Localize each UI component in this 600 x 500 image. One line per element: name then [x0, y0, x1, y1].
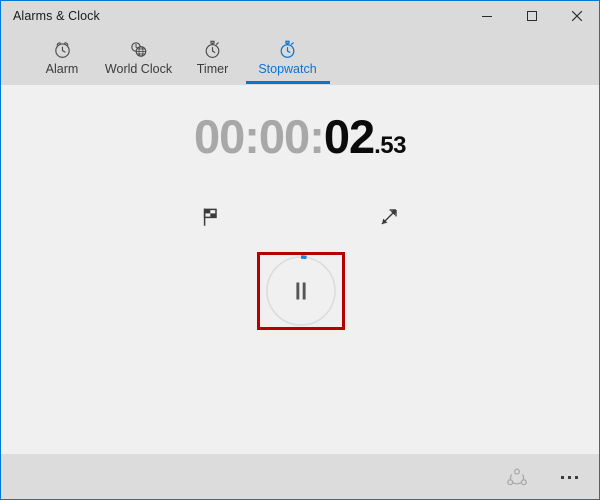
share-button[interactable]: [497, 458, 537, 496]
pause-bar-left: [296, 282, 300, 300]
tab-alarm[interactable]: Alarm: [28, 31, 96, 85]
tab-strip: Alarm World Clock Timer Stopwatch: [1, 31, 599, 85]
expand-arrows-icon: [381, 209, 397, 225]
bottom-command-bar: [1, 454, 599, 499]
minimize-icon: [481, 16, 492, 17]
title-bar[interactable]: Alarms & Clock: [1, 1, 599, 31]
time-hundredths: .53: [374, 132, 406, 159]
active-tab-underline: [246, 81, 330, 84]
lap-button[interactable]: [187, 193, 235, 241]
globe-clock-icon: [128, 38, 149, 60]
pause-button-highlight: [257, 252, 345, 330]
tab-world-clock[interactable]: World Clock: [96, 31, 181, 85]
tab-timer[interactable]: Timer: [181, 31, 244, 85]
ellipsis-icon: [560, 475, 578, 479]
progress-track: [266, 256, 336, 326]
stopwatch-controls: [1, 169, 599, 330]
maximize-icon: [526, 11, 537, 21]
pause-bar-right: [302, 282, 306, 300]
stopwatch-panel: 00:00:02.53: [1, 85, 599, 454]
tab-world-clock-label: World Clock: [104, 62, 173, 76]
close-icon: [571, 10, 582, 22]
pause-button[interactable]: [265, 255, 337, 327]
expand-button[interactable]: [365, 193, 413, 241]
minimize-button[interactable]: [464, 1, 509, 31]
window-title: Alarms & Clock: [13, 9, 100, 23]
lap-flag-icon: [203, 208, 217, 226]
time-hours-minutes: 00:00:: [193, 110, 325, 163]
window-controls: [464, 1, 599, 31]
maximize-button[interactable]: [509, 1, 554, 31]
alarm-clock-icon: [52, 38, 73, 60]
tab-stopwatch-label: Stopwatch: [258, 62, 317, 76]
app-window: Alarms & Clock Alarm World Clock Timer S…: [0, 0, 600, 500]
close-button[interactable]: [554, 1, 599, 31]
tab-stopwatch[interactable]: Stopwatch: [244, 31, 331, 85]
tab-alarm-label: Alarm: [45, 62, 79, 76]
tab-timer-label: Timer: [196, 62, 229, 76]
time-seconds: 02: [323, 110, 375, 163]
stopwatch-icon: [277, 38, 298, 60]
stopwatch-time-display: 00:00:02.53: [1, 113, 599, 160]
share-icon: [507, 468, 527, 486]
timer-icon: [202, 38, 223, 60]
more-options-button[interactable]: [547, 458, 591, 496]
